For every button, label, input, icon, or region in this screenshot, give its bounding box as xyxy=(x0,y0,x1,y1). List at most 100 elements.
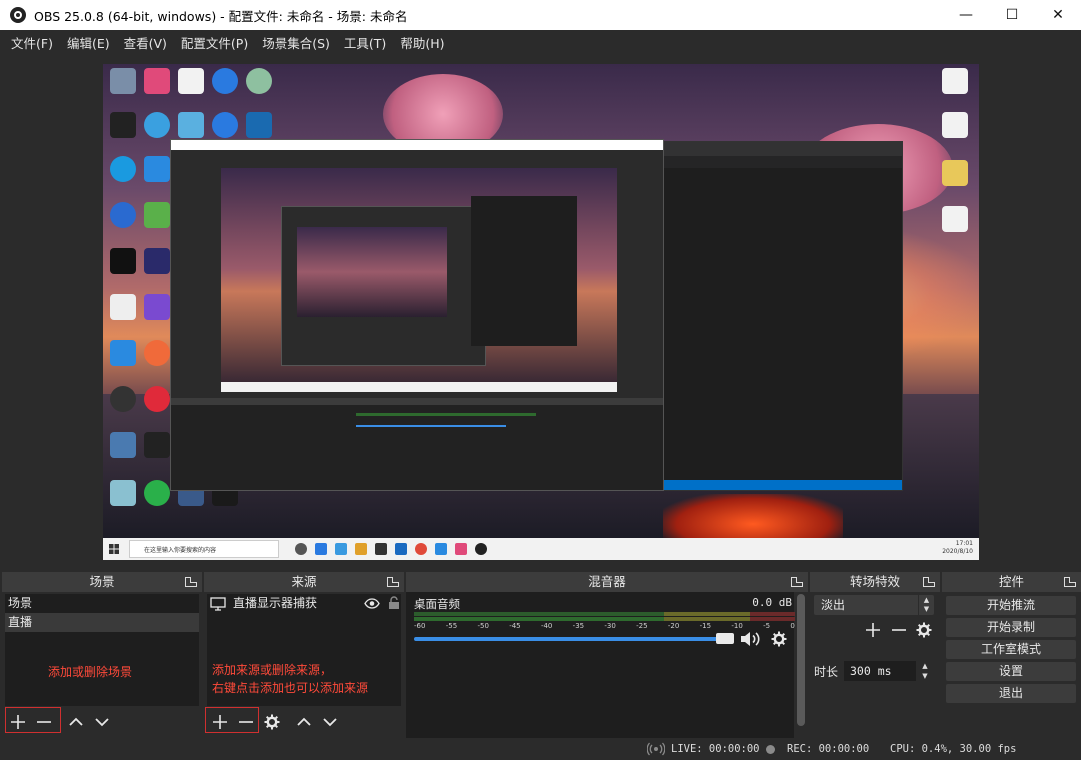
volume-slider[interactable] xyxy=(414,630,736,648)
desktop-icon xyxy=(105,294,141,322)
nested-obs-window-thumbnail xyxy=(170,139,664,491)
mixer-dock: 混音器 桌面音频 0.0 dB -60 -55 -50 -45 -40 -35 … xyxy=(406,572,808,738)
desktop-icon xyxy=(241,112,277,140)
menu-bar: 文件(F) 编辑(E) 查看(V) 配置文件(P) 场景集合(S) 工具(T) … xyxy=(0,30,1081,55)
scenes-list[interactable]: 场景 直播 添加或删除场景 xyxy=(5,594,199,706)
sources-dock: 来源 直播显示器捕获 添加来源或删除来源， 右键点击添加也可以添加来源 xyxy=(204,572,404,738)
controls-title: 控件 xyxy=(998,574,1024,589)
desktop-icon xyxy=(937,206,973,234)
app-icon xyxy=(335,543,347,555)
vscode-icon xyxy=(435,543,447,555)
menu-profile[interactable]: 配置文件(P) xyxy=(174,33,255,52)
minus-icon xyxy=(892,629,906,631)
mail-icon xyxy=(395,543,407,555)
transitions-dock: 转场特效 淡出 ▲ ▼ 时长 300 ms ▲ ▼ xyxy=(810,572,940,738)
transitions-title: 转场特效 xyxy=(849,574,900,589)
desktop-icon xyxy=(139,68,175,96)
nested-preview xyxy=(297,227,447,317)
preview-canvas[interactable]: 在这里输入你要搜索的内容 17:01 2020/8/10 xyxy=(103,64,979,560)
studio-mode-button[interactable]: 工作室模式 xyxy=(946,640,1076,659)
desktop-icon xyxy=(105,248,141,276)
close-button[interactable]: ✕ xyxy=(1035,0,1081,30)
undock-icon[interactable] xyxy=(387,577,399,587)
nested-taskbar xyxy=(221,382,617,392)
undock-icon[interactable] xyxy=(1064,577,1076,587)
move-scene-up-button[interactable] xyxy=(63,709,89,735)
transition-select[interactable]: 淡出 ▲ ▼ xyxy=(814,595,934,615)
undock-icon[interactable] xyxy=(791,577,803,587)
scenes-hint: 添加或删除场景 xyxy=(48,665,133,679)
scrollbar-thumb[interactable] xyxy=(797,594,805,726)
desktop-icon xyxy=(105,340,141,368)
mixer-scrollbar[interactable] xyxy=(797,594,805,730)
duration-stepper[interactable]: ▲ ▼ xyxy=(918,661,932,681)
menu-tools[interactable]: 工具(T) xyxy=(337,33,393,52)
sources-list[interactable]: 直播显示器捕获 添加来源或删除来源， 右键点击添加也可以添加来源 xyxy=(207,594,401,706)
scene-item[interactable]: 场景 xyxy=(5,594,199,613)
add-source-button[interactable] xyxy=(207,709,233,735)
stepper-down-icon[interactable]: ▼ xyxy=(918,671,932,681)
desktop-icon xyxy=(207,112,243,140)
volume-slider-track xyxy=(414,637,724,641)
sources-hint-line2: 右键点击添加也可以添加来源 xyxy=(212,681,369,695)
store-icon xyxy=(375,543,387,555)
scene-item[interactable]: 直播 xyxy=(5,613,199,632)
duration-input[interactable]: 300 ms xyxy=(844,661,916,681)
unlock-icon[interactable] xyxy=(388,596,400,610)
move-scene-down-button[interactable] xyxy=(89,709,115,735)
eye-icon[interactable] xyxy=(364,598,380,609)
sources-header: 来源 xyxy=(204,572,404,592)
add-transition-button[interactable] xyxy=(860,617,886,643)
start-streaming-button[interactable]: 开始推流 xyxy=(946,596,1076,615)
minimize-button[interactable]: — xyxy=(943,0,989,30)
chevron-down-icon xyxy=(323,718,337,727)
menu-view[interactable]: 查看(V) xyxy=(117,33,174,52)
transitions-body: 淡出 ▲ ▼ 时长 300 ms ▲ ▼ xyxy=(810,592,940,738)
menu-file[interactable]: 文件(F) xyxy=(4,33,60,52)
rec-indicator-icon xyxy=(766,745,775,754)
move-source-up-button[interactable] xyxy=(291,709,317,735)
undock-icon[interactable] xyxy=(923,577,935,587)
menu-help[interactable]: 帮助(H) xyxy=(393,33,451,52)
mixer-body: 桌面音频 0.0 dB -60 -55 -50 -45 -40 -35 -30 … xyxy=(406,592,808,738)
plus-icon xyxy=(213,715,227,729)
move-source-down-button[interactable] xyxy=(317,709,343,735)
add-scene-button[interactable] xyxy=(5,709,31,735)
start-recording-button[interactable]: 开始录制 xyxy=(946,618,1076,637)
nested-dock-headers xyxy=(171,398,663,405)
taskbar-apps xyxy=(291,543,491,555)
clock-date: 2020/8/10 xyxy=(942,548,973,555)
controls-header: 控件 xyxy=(942,572,1081,592)
maximize-button[interactable]: ☐ xyxy=(989,0,1035,30)
transition-properties-button[interactable] xyxy=(911,617,937,643)
monitor-icon xyxy=(210,597,226,611)
live-timer: LIVE: 00:00:00 xyxy=(671,743,760,755)
source-name: 直播显示器捕获 xyxy=(233,596,318,610)
edge-icon xyxy=(315,543,327,555)
transitions-header: 转场特效 xyxy=(810,572,940,592)
clock-time: 17:01 xyxy=(955,540,973,547)
menu-edit[interactable]: 编辑(E) xyxy=(60,33,117,52)
gear-icon[interactable] xyxy=(771,631,787,647)
source-properties-button[interactable] xyxy=(259,709,285,735)
remove-source-button[interactable] xyxy=(233,709,259,735)
sources-hint-line1: 添加来源或删除来源， xyxy=(212,663,333,677)
undock-icon[interactable] xyxy=(185,577,197,587)
remove-transition-button[interactable] xyxy=(886,617,912,643)
menu-scene-collection[interactable]: 场景集合(S) xyxy=(255,33,337,52)
source-item[interactable]: 直播显示器捕获 xyxy=(207,594,401,613)
settings-button[interactable]: 设置 xyxy=(946,662,1076,681)
minus-icon xyxy=(239,721,253,723)
exit-button[interactable]: 退出 xyxy=(946,684,1076,703)
remove-scene-button[interactable] xyxy=(31,709,57,735)
volume-meter-right xyxy=(414,617,795,621)
window-title: OBS 25.0.8 (64-bit, windows) - 配置文件: 未命名… xyxy=(34,8,408,24)
track-name: 桌面音频 xyxy=(414,597,460,611)
volume-slider-handle[interactable] xyxy=(716,633,734,644)
speaker-icon[interactable] xyxy=(740,630,762,648)
nested-vscode-thumbnail xyxy=(471,196,577,346)
desktop-icon xyxy=(105,112,141,140)
stepper-up-icon[interactable]: ▲ xyxy=(918,661,932,671)
duration-label: 时长 xyxy=(814,665,839,679)
controls-dock: 控件 开始推流 开始录制 工作室模式 设置 退出 xyxy=(942,572,1081,738)
